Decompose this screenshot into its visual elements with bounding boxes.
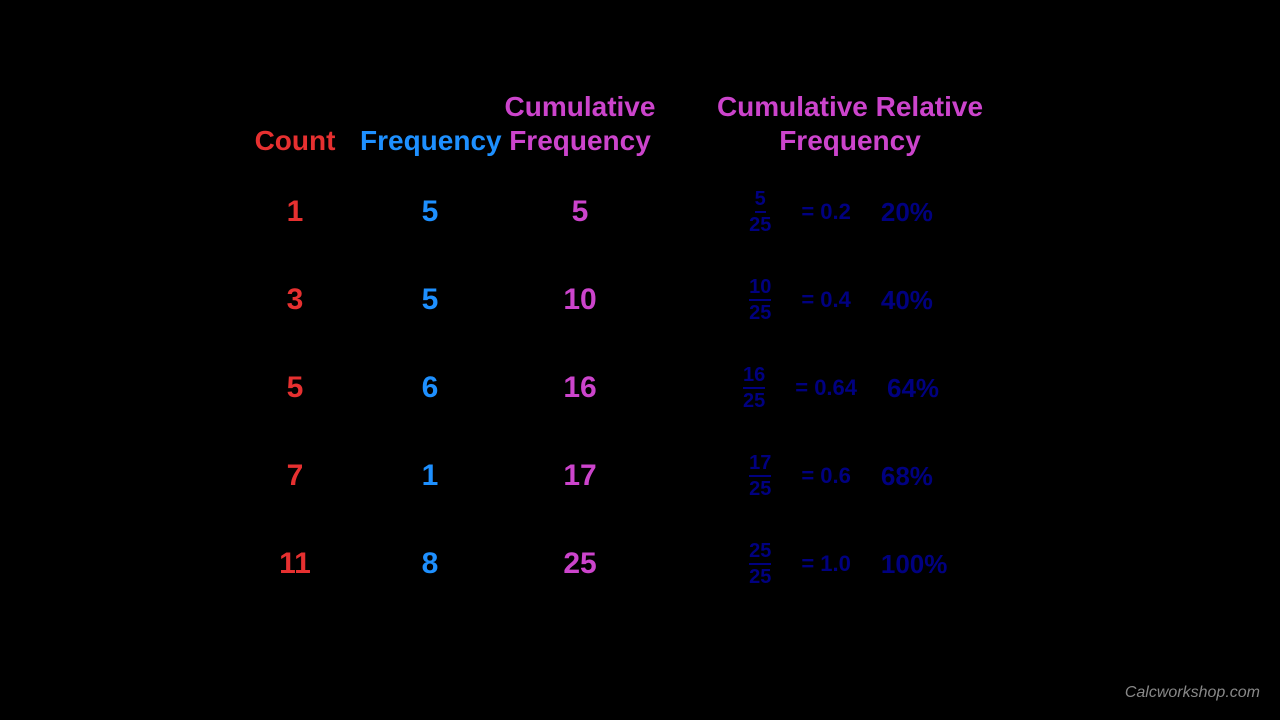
table-row: 7 1 17 17 25 = 0.6 68% — [230, 441, 1180, 511]
fraction-den-3: 25 — [749, 477, 771, 499]
decimal-3: = 0.6 — [801, 463, 851, 489]
fraction-den-0: 25 — [749, 213, 771, 235]
decimal-1: = 0.4 — [801, 287, 851, 313]
cell-freq-4: 8 — [360, 547, 500, 581]
cell-cumrelfreq-2: 16 25 = 0.64 64% — [660, 365, 1040, 411]
cell-count-3: 7 — [230, 459, 360, 493]
table-row: 1 5 5 5 25 = 0.2 20% — [230, 177, 1180, 247]
fraction-0: 5 25 — [749, 189, 771, 235]
cell-freq-1: 5 — [360, 283, 500, 317]
fraction-2: 16 25 — [743, 365, 765, 411]
cell-freq-2: 6 — [360, 371, 500, 405]
percent-0: 20% — [881, 197, 951, 228]
percent-2: 64% — [887, 373, 957, 404]
table-body: 1 5 5 5 25 = 0.2 20% 3 5 10 10 25 = 0.4 — [230, 177, 1180, 599]
cell-count-4: 11 — [230, 547, 360, 581]
cell-cumrelfreq-3: 17 25 = 0.6 68% — [660, 453, 1040, 499]
percent-4: 100% — [881, 549, 951, 580]
table-row: 3 5 10 10 25 = 0.4 40% — [230, 265, 1180, 335]
cell-count-1: 3 — [230, 283, 360, 317]
fraction-num-0: 5 — [755, 189, 766, 213]
table-row: 11 8 25 25 25 = 1.0 100% — [230, 529, 1180, 599]
cell-cumfreq-1: 10 — [500, 283, 660, 317]
header-frequency: Frequency — [360, 124, 500, 158]
decimal-2: = 0.64 — [795, 375, 857, 401]
cell-cumrelfreq-4: 25 25 = 1.0 100% — [660, 541, 1040, 587]
fraction-den-4: 25 — [749, 565, 771, 587]
watermark: Calcworkshop.com — [1125, 684, 1260, 702]
decimal-4: = 1.0 — [801, 551, 851, 577]
header-cumulative-relative-frequency: Cumulative Relative Frequency — [660, 90, 1040, 157]
fraction-num-4: 25 — [749, 541, 771, 565]
cell-cumfreq-2: 16 — [500, 371, 660, 405]
cell-freq-0: 5 — [360, 195, 500, 229]
frequency-table: Count Frequency Cumulative Frequency Cum… — [230, 90, 1180, 617]
cell-cumrelfreq-1: 10 25 = 0.4 40% — [660, 277, 1040, 323]
cell-cumfreq-3: 17 — [500, 459, 660, 493]
table-row: 5 6 16 16 25 = 0.64 64% — [230, 353, 1180, 423]
decimal-0: = 0.2 — [801, 199, 851, 225]
fraction-3: 17 25 — [749, 453, 771, 499]
fraction-num-1: 10 — [749, 277, 771, 301]
fraction-4: 25 25 — [749, 541, 771, 587]
table-header: Count Frequency Cumulative Frequency Cum… — [230, 90, 1180, 157]
percent-1: 40% — [881, 285, 951, 316]
header-cumulative-frequency: Cumulative Frequency — [500, 90, 660, 157]
cell-count-0: 1 — [230, 195, 360, 229]
fraction-num-3: 17 — [749, 453, 771, 477]
fraction-den-1: 25 — [749, 301, 771, 323]
cell-freq-3: 1 — [360, 459, 500, 493]
cell-cumrelfreq-0: 5 25 = 0.2 20% — [660, 189, 1040, 235]
fraction-den-2: 25 — [743, 389, 765, 411]
fraction-num-2: 16 — [743, 365, 765, 389]
cell-cumfreq-4: 25 — [500, 547, 660, 581]
header-count: Count — [230, 124, 360, 158]
cell-count-2: 5 — [230, 371, 360, 405]
cell-cumfreq-0: 5 — [500, 195, 660, 229]
percent-3: 68% — [881, 461, 951, 492]
fraction-1: 10 25 — [749, 277, 771, 323]
